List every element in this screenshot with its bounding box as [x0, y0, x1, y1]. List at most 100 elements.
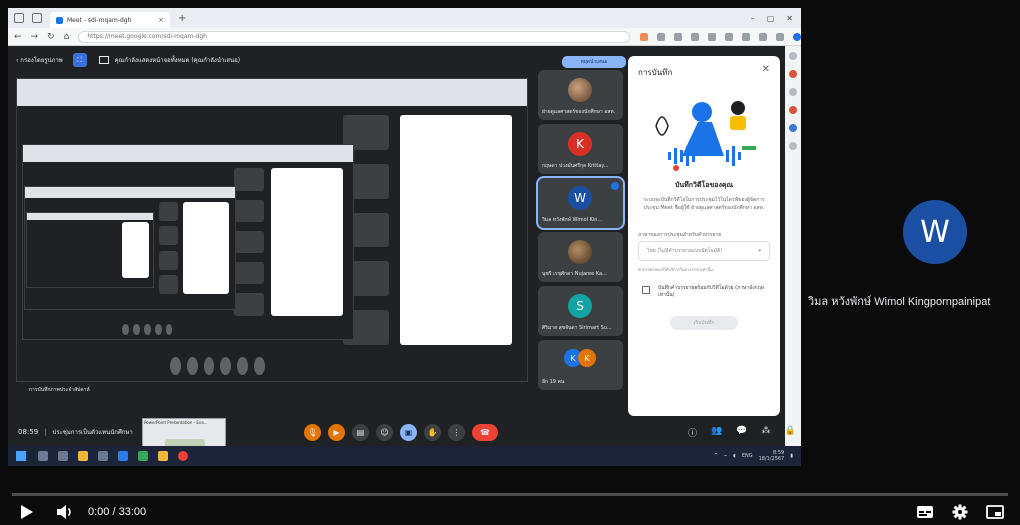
others-avatars: K K — [564, 349, 596, 367]
tools-icon[interactable] — [789, 88, 797, 96]
more-options-icon[interactable]: ⋮ — [448, 424, 465, 441]
activities-icon[interactable]: ⁂ — [761, 426, 770, 439]
app-icon[interactable] — [138, 451, 148, 461]
screen-share-icon — [98, 56, 109, 64]
present-icon[interactable]: ▣ — [400, 424, 417, 441]
participant-name: วิมล หวังพักษ์ Wimol Kin... — [542, 217, 603, 223]
favorites-star-icon[interactable] — [674, 32, 682, 41]
url-input[interactable]: https://meet.google.com/sdi-mqam-dgh — [78, 30, 630, 43]
chat-icon[interactable]: 💬 — [736, 426, 747, 439]
chrome-icon[interactable] — [158, 451, 168, 461]
others-tile[interactable]: K K อีก 19 คน — [538, 340, 623, 390]
people-icon[interactable]: 👥 — [711, 426, 722, 439]
read-aloud-icon[interactable] — [657, 32, 665, 41]
shopping-icon[interactable] — [789, 70, 797, 78]
file-explorer-icon[interactable] — [78, 451, 88, 461]
network-icon[interactable]: ⌁ — [724, 453, 727, 459]
new-tab-button[interactable]: + — [178, 13, 186, 24]
favorites-icon[interactable] — [708, 32, 716, 41]
start-recording-button[interactable]: เริ่มบันทึก — [670, 316, 738, 330]
language-label: ภาษาของการประชุมสำหรับคำบรรยาย — [638, 232, 722, 238]
shared-screen: Meet - sdi-mqam-dgh × + – ▢ ✕ ← → ↻ ⌂ ht… — [8, 8, 801, 466]
minimize-button[interactable]: – — [751, 14, 755, 23]
captions-checkbox[interactable] — [642, 286, 650, 294]
miniplayer-button[interactable] — [986, 504, 1004, 519]
windows-start-icon[interactable] — [16, 451, 26, 461]
search-icon[interactable] — [789, 52, 797, 60]
info-icon[interactable]: ⓘ — [688, 426, 697, 439]
games-icon[interactable] — [789, 106, 797, 114]
search-icon[interactable] — [38, 451, 48, 461]
store-icon[interactable] — [98, 451, 108, 461]
notification-icon[interactable]: ▮ — [790, 453, 793, 459]
participant-tile[interactable]: นุชรี เรชุศักดา Nujaree Ka... — [538, 232, 623, 282]
meet-activity-icon[interactable]: ⛶ — [72, 53, 87, 67]
play-button[interactable] — [20, 504, 34, 520]
back-arrow-icon[interactable]: ← — [14, 32, 22, 42]
tab-actions-icon[interactable] — [32, 13, 42, 23]
settings-button[interactable] — [952, 504, 968, 520]
collections-icon[interactable] — [725, 32, 733, 41]
powerpoint-icon[interactable] — [178, 451, 188, 461]
player-right-controls — [916, 504, 1020, 520]
tray-overflow-icon[interactable]: ^ — [714, 453, 718, 459]
avatar: K — [578, 349, 596, 367]
participant-tile[interactable]: ฝ่ายดูแลศาสตร์ของนักศึกษา อสท. — [538, 70, 623, 120]
profile-icon[interactable] — [759, 32, 767, 41]
participant-tile[interactable]: S ศิริมาส สุขจันดา Sirimart Su... — [538, 286, 623, 336]
recording-label: การบันทึกภาพประจำสัปดาห์ — [26, 385, 93, 395]
chevron-down-icon: ▾ — [758, 248, 761, 254]
tab-close-icon[interactable]: × — [158, 16, 164, 24]
mic-icon[interactable]: 🎙 — [304, 424, 321, 441]
gear-icon — [952, 504, 968, 519]
language-select-value: ไทย (ไม่มีคำบรรยายแบบอัตโนมัติ) — [647, 248, 723, 254]
captions-checkbox-label: บันทึกคำบรรยายพร้อมกับวิดีโอด้วย (ภาษาอั… — [658, 285, 765, 298]
participant-name: นุชรี เรชุศักดา Nujaree Ka... — [542, 271, 607, 277]
volume-icon[interactable]: ◖ — [733, 453, 736, 459]
raise-hand-icon[interactable]: ✋ — [424, 424, 441, 441]
participant-tile[interactable]: K กฤษดา ปวงมั่นศรีกุล Krittay... — [538, 124, 623, 174]
language-select[interactable]: ไทย (ไม่มีคำบรรยายแบบอัตโนมัติ) ▾ — [638, 241, 770, 261]
emoji-icon[interactable]: ☺ — [376, 424, 393, 441]
settings-more-icon[interactable] — [776, 32, 784, 41]
outlook-icon[interactable] — [789, 124, 797, 132]
tray-clock[interactable]: 8:59 18/1/2567 — [759, 450, 785, 462]
subtitles-button[interactable] — [916, 505, 934, 519]
home-icon[interactable]: ⌂ — [64, 32, 70, 42]
time-display: 0:00 / 33:00 — [88, 505, 147, 518]
input-language[interactable]: ENG — [742, 453, 753, 459]
workspace-icon[interactable] — [14, 13, 24, 23]
browser-tab-meet[interactable]: Meet - sdi-mqam-dgh × — [50, 12, 170, 28]
call-controls: 🎙 ▶ ▤ ☺ ▣ ✋ ⋮ ☎ — [304, 424, 498, 441]
task-view-icon[interactable] — [58, 451, 68, 461]
downloads-icon[interactable] — [742, 32, 750, 41]
copilot-icon[interactable] — [793, 32, 801, 41]
window-close-button[interactable]: ✕ — [786, 14, 793, 23]
end-call-icon[interactable]: ☎ — [472, 424, 498, 441]
browser-tab-bar: Meet - sdi-mqam-dgh × + – ▢ ✕ — [8, 8, 801, 28]
tab-title: Meet - sdi-mqam-dgh — [67, 16, 132, 24]
participant-photo — [568, 78, 592, 102]
meet-control-bar: 08:59 | ประชุมการเป็นตัวแทนนักศึกษา 🎙 ▶ … — [8, 418, 796, 446]
participant-name: กฤษดา ปวงมั่นศรีกุล Krittay... — [542, 163, 609, 169]
volume-button[interactable] — [56, 504, 74, 520]
close-icon[interactable]: ✕ — [762, 64, 770, 75]
camera-icon[interactable]: ▶ — [328, 424, 345, 441]
lock-icon[interactable]: 🔒 — [784, 426, 795, 439]
subtitles-icon — [917, 505, 933, 518]
video-progress-bar[interactable] — [12, 493, 1008, 496]
forward-arrow-icon[interactable]: → — [31, 32, 39, 42]
avatar: S — [568, 294, 592, 318]
captions-icon[interactable]: ▤ — [352, 424, 369, 441]
reload-icon[interactable]: ↻ — [47, 32, 55, 42]
participant-tile-speaking[interactable]: W วิมล หวังพักษ์ Wimol Kin... — [536, 176, 625, 230]
edge-browser-icon[interactable] — [118, 451, 128, 461]
speaking-indicator-icon — [611, 182, 619, 190]
add-sidebar-icon[interactable] — [789, 142, 797, 150]
split-screen-icon[interactable] — [691, 32, 699, 41]
maximize-button[interactable]: ▢ — [767, 14, 775, 23]
stop-presenting-button[interactable]: หยุดนำเสนอ — [562, 56, 626, 68]
back-chip[interactable]: ‹ กรองโดยรูปภาพ — [16, 55, 63, 65]
language-hint: คำบรรยายจะมีให้บริการในบางภาษาเท่านั้น — [638, 267, 713, 272]
extension-icon[interactable] — [640, 32, 648, 41]
